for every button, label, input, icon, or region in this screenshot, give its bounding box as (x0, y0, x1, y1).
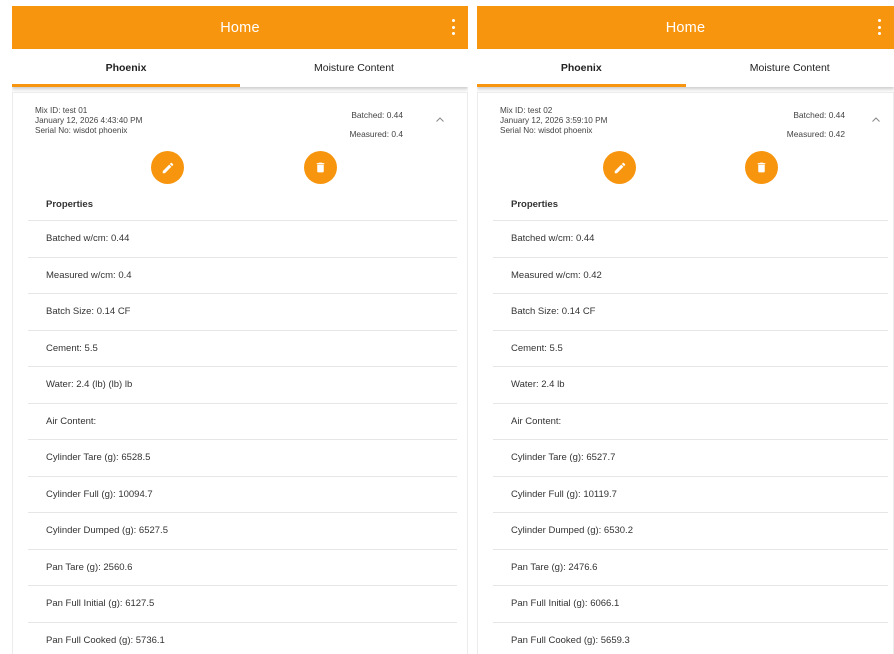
property-row: Pan Full Cooked (g): 5659.3 (493, 623, 888, 654)
property-row: Batch Size: 0.14 CF (493, 294, 888, 331)
edit-button[interactable] (151, 151, 184, 184)
chevron-up-icon[interactable] (435, 115, 445, 125)
chevron-up-icon[interactable] (871, 115, 881, 125)
property-row: Cement: 5.5 (28, 331, 457, 367)
app-title: Home (665, 19, 706, 36)
property-row: Pan Full Initial (g): 6066.1 (493, 586, 888, 623)
property-row: Pan Tare (g): 2560.6 (28, 550, 457, 586)
property-row: Cylinder Full (g): 10094.7 (28, 477, 457, 513)
property-row: Pan Full Cooked (g): 5736.1 (28, 623, 457, 654)
property-row: Air Content: (28, 404, 457, 440)
action-row (13, 149, 467, 189)
property-row: Cylinder Dumped (g): 6527.5 (28, 513, 457, 550)
action-row (478, 149, 893, 189)
pencil-icon (162, 162, 173, 173)
properties-list: Properties Batched w/cm: 0.44 Measured w… (493, 189, 888, 654)
mix-info: Mix ID: test 01 January 12, 2026 4:43:40… (35, 106, 142, 136)
more-vert-icon[interactable] (448, 17, 458, 37)
serial-number: Serial No: wisdot phoenix (35, 126, 128, 135)
trash-icon (757, 162, 766, 173)
property-row: Measured w/cm: 0.42 (493, 258, 888, 294)
property-row: Cylinder Full (g): 10119.7 (493, 477, 888, 513)
delete-button[interactable] (745, 151, 778, 184)
property-row: Cylinder Tare (g): 6528.5 (28, 440, 457, 477)
property-row: Pan Full Initial (g): 6127.5 (28, 586, 457, 623)
property-row: Pan Tare (g): 2476.6 (493, 550, 888, 586)
property-row: Cylinder Dumped (g): 6530.2 (493, 513, 888, 550)
property-row: Cement: 5.5 (493, 331, 888, 367)
mix-id: Mix ID: test 01 (35, 106, 88, 115)
tab-bar: Phoenix Moisture Content (477, 49, 894, 87)
property-row: Air Content: (493, 404, 888, 440)
tab-phoenix[interactable]: Phoenix (477, 49, 686, 87)
mix-date: January 12, 2026 4:43:40 PM (35, 116, 143, 125)
property-row: Water: 2.4 lb (493, 367, 888, 404)
phone-screen-left: Home Phoenix Moisture Content Mix ID: te… (12, 6, 468, 654)
mix-info: Mix ID: test 02 January 12, 2026 3:59:10… (500, 106, 607, 136)
properties-list: Properties Batched w/cm: 0.44 Measured w… (28, 189, 457, 654)
property-row: Batched w/cm: 0.44 (493, 221, 888, 258)
tab-phoenix[interactable]: Phoenix (12, 49, 240, 87)
tab-bar: Phoenix Moisture Content (12, 49, 468, 87)
mix-date: January 12, 2026 3:59:10 PM (500, 116, 608, 125)
property-row: Measured w/cm: 0.4 (28, 258, 457, 294)
app-title: Home (220, 19, 260, 36)
wcm-summary: Batched: 0.44 Measured: 0.4 (349, 106, 403, 144)
more-vert-icon[interactable] (874, 17, 884, 37)
trash-icon (316, 162, 325, 173)
phone-screen-right: Home Phoenix Moisture Content Mix ID: te… (477, 6, 894, 654)
batched-value: Batched: 0.44 (793, 110, 845, 120)
mix-card-header[interactable]: Mix ID: test 02 January 12, 2026 3:59:10… (478, 93, 893, 149)
app-bar: Home (12, 6, 468, 49)
mix-id: Mix ID: test 02 (500, 106, 553, 115)
delete-button[interactable] (304, 151, 337, 184)
measured-value: Measured: 0.4 (349, 129, 403, 139)
properties-header: Properties (493, 189, 888, 221)
edit-button[interactable] (603, 151, 636, 184)
app-bar: Home (477, 6, 894, 49)
measured-value: Measured: 0.42 (786, 129, 845, 139)
mix-card-header[interactable]: Mix ID: test 01 January 12, 2026 4:43:40… (13, 93, 467, 149)
mix-card: Mix ID: test 01 January 12, 2026 4:43:40… (12, 92, 468, 654)
property-row: Batch Size: 0.14 CF (28, 294, 457, 331)
property-row: Cylinder Tare (g): 6527.7 (493, 440, 888, 477)
property-row: Water: 2.4 (lb) (lb) lb (28, 367, 457, 404)
pencil-icon (614, 162, 625, 173)
serial-number: Serial No: wisdot phoenix (500, 126, 593, 135)
tab-moisture-content[interactable]: Moisture Content (240, 49, 468, 87)
properties-header: Properties (28, 189, 457, 221)
batched-value: Batched: 0.44 (351, 110, 403, 120)
tab-moisture-content[interactable]: Moisture Content (686, 49, 894, 87)
mix-card: Mix ID: test 02 January 12, 2026 3:59:10… (477, 92, 894, 654)
property-row: Batched w/cm: 0.44 (28, 221, 457, 258)
wcm-summary: Batched: 0.44 Measured: 0.42 (787, 106, 845, 144)
